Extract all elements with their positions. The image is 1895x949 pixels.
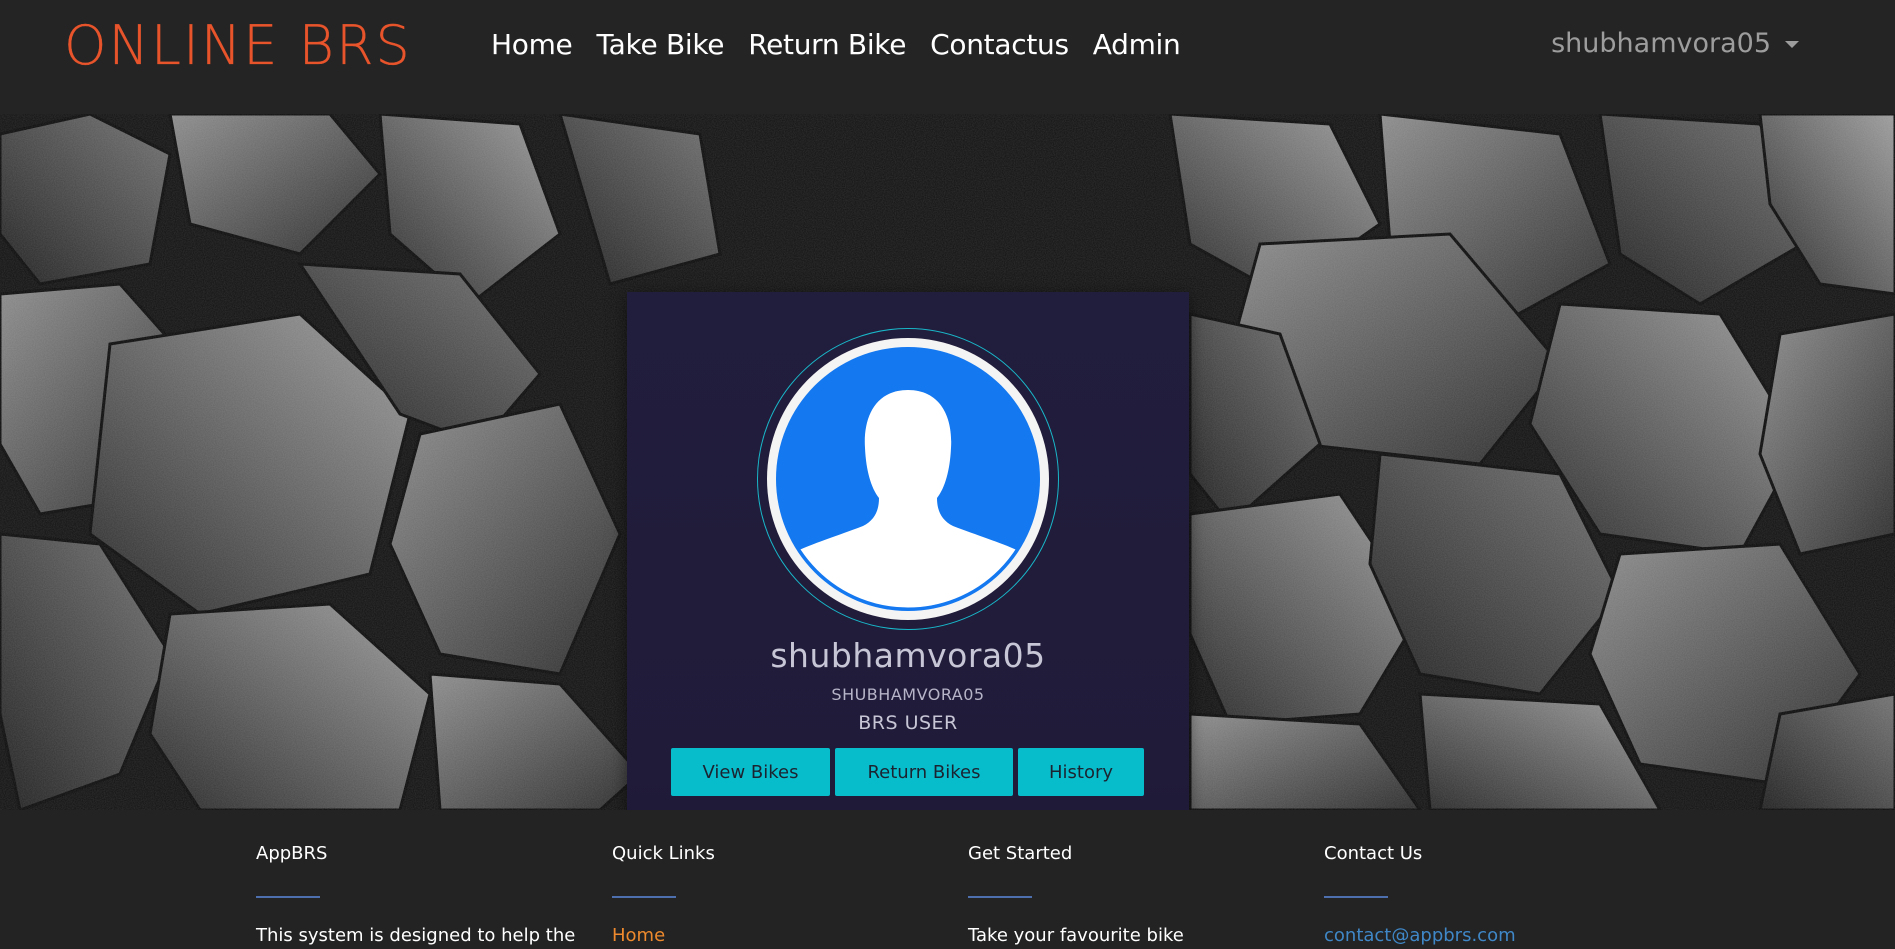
footer-contact-email-link[interactable]: contact@appbrs.com (1324, 925, 1516, 946)
main-nav: Home Take Bike Return Bike Contactus Adm… (491, 28, 1181, 61)
return-bikes-button[interactable]: Return Bikes (835, 748, 1013, 796)
footer-heading-contact: Contact Us (1324, 843, 1423, 864)
profile-actions: View Bikes Return Bikes History (671, 748, 1144, 796)
brand-logo[interactable]: ONLINE BRS (64, 14, 412, 77)
nav-return-bike[interactable]: Return Bike (748, 28, 906, 61)
profile-username: shubhamvora05 (770, 636, 1046, 675)
footer-divider (256, 896, 320, 898)
footer-divider (1324, 896, 1388, 898)
user-dropdown[interactable]: shubhamvora05 (1551, 28, 1799, 59)
hero-section: shubhamvora05 SHUBHAMVORA05 BRS USER Vie… (0, 114, 1895, 810)
nav-take-bike[interactable]: Take Bike (597, 28, 725, 61)
profile-user-id: SHUBHAMVORA05 (831, 685, 985, 704)
footer-heading-quick-links: Quick Links (612, 843, 715, 864)
avatar-frame (757, 328, 1059, 630)
footer-get-started-text: Take your favourite bike (968, 925, 1184, 946)
user-dropdown-label: shubhamvora05 (1551, 28, 1771, 59)
user-silhouette-icon (776, 347, 1040, 611)
top-navbar: ONLINE BRS Home Take Bike Return Bike Co… (0, 0, 1895, 114)
profile-card: shubhamvora05 SHUBHAMVORA05 BRS USER Vie… (627, 292, 1189, 810)
footer-divider (968, 896, 1032, 898)
nav-home[interactable]: Home (491, 28, 573, 61)
history-button[interactable]: History (1018, 748, 1144, 796)
caret-down-icon (1785, 41, 1799, 48)
footer-link-home[interactable]: Home (612, 925, 665, 946)
nav-admin[interactable]: Admin (1093, 28, 1181, 61)
nav-contactus[interactable]: Contactus (930, 28, 1069, 61)
profile-role: BRS USER (858, 712, 958, 734)
footer-heading-get-started: Get Started (968, 843, 1073, 864)
site-footer: AppBRS This system is designed to help t… (0, 810, 1895, 949)
footer-heading-appbrs: AppBRS (256, 843, 328, 864)
footer-divider (612, 896, 676, 898)
footer-about-text: This system is designed to help the (256, 925, 576, 946)
avatar (767, 338, 1049, 620)
view-bikes-button[interactable]: View Bikes (671, 748, 830, 796)
